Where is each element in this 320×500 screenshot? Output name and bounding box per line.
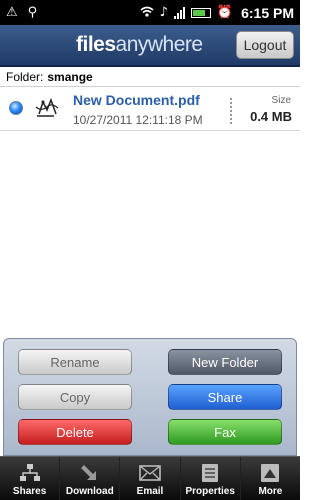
toolbar-label: More [258,486,283,497]
folder-label: Folder: [6,69,44,84]
more-icon [259,462,281,484]
rename-button[interactable]: Rename [18,349,132,375]
divider [230,98,232,124]
toolbar-more[interactable]: More [241,457,300,500]
toolbar-properties[interactable]: Properties [181,457,241,500]
toolbar-download[interactable]: Download [60,457,121,500]
pdf-file-icon [34,96,60,120]
toolbar-label: Properties [185,486,235,497]
warning-icon: ⚠ [6,5,18,20]
copy-button[interactable]: Copy [18,384,132,410]
status-bar: ⚠ ⚲ ♪ ⏰ 6:15 PM [0,0,300,25]
toolbar-email[interactable]: Email [120,457,181,500]
delete-button[interactable]: Delete [18,419,132,445]
toolbar-label: Download [65,486,114,497]
filesanywhere-logo: filesanywhere [76,33,203,56]
usb-icon: ⚲ [27,5,38,20]
toolbar-label: Shares [12,486,47,497]
action-panel: Rename New Folder Copy Share Delete Fax [3,338,297,456]
file-date: 10/27/2011 12:11:18 PM [73,113,203,127]
email-icon [139,462,161,484]
clock: 6:15 PM [241,4,294,21]
silent-icon: ♪ [159,5,168,20]
toolbar-shares[interactable]: Shares [0,457,61,500]
folder-name: smange [47,69,93,84]
wifi-icon [140,6,154,20]
file-size: 0.4 MB [250,109,292,124]
fax-button[interactable]: Fax [168,419,282,445]
selection-radio[interactable] [9,101,23,115]
app-header: filesanywhere Logout [0,25,300,67]
new-folder-button[interactable]: New Folder [168,349,282,375]
file-name[interactable]: New Document.pdf [73,92,200,108]
toolbar-label: Email [136,486,164,497]
file-row[interactable]: New Document.pdf 10/27/2011 12:11:18 PM … [0,88,300,131]
size-label: Size [271,95,291,106]
alarm-icon: ⏰ [216,5,234,20]
properties-icon [199,462,221,484]
download-icon [79,462,101,484]
logout-button[interactable]: Logout [236,31,294,59]
signal-icon [173,6,185,19]
bottom-toolbar: Shares Download Email Properties More [0,456,300,500]
network-icon [19,462,41,484]
folder-path: Folder: smange [0,67,300,87]
battery-icon [190,7,211,18]
share-button[interactable]: Share [168,384,282,410]
